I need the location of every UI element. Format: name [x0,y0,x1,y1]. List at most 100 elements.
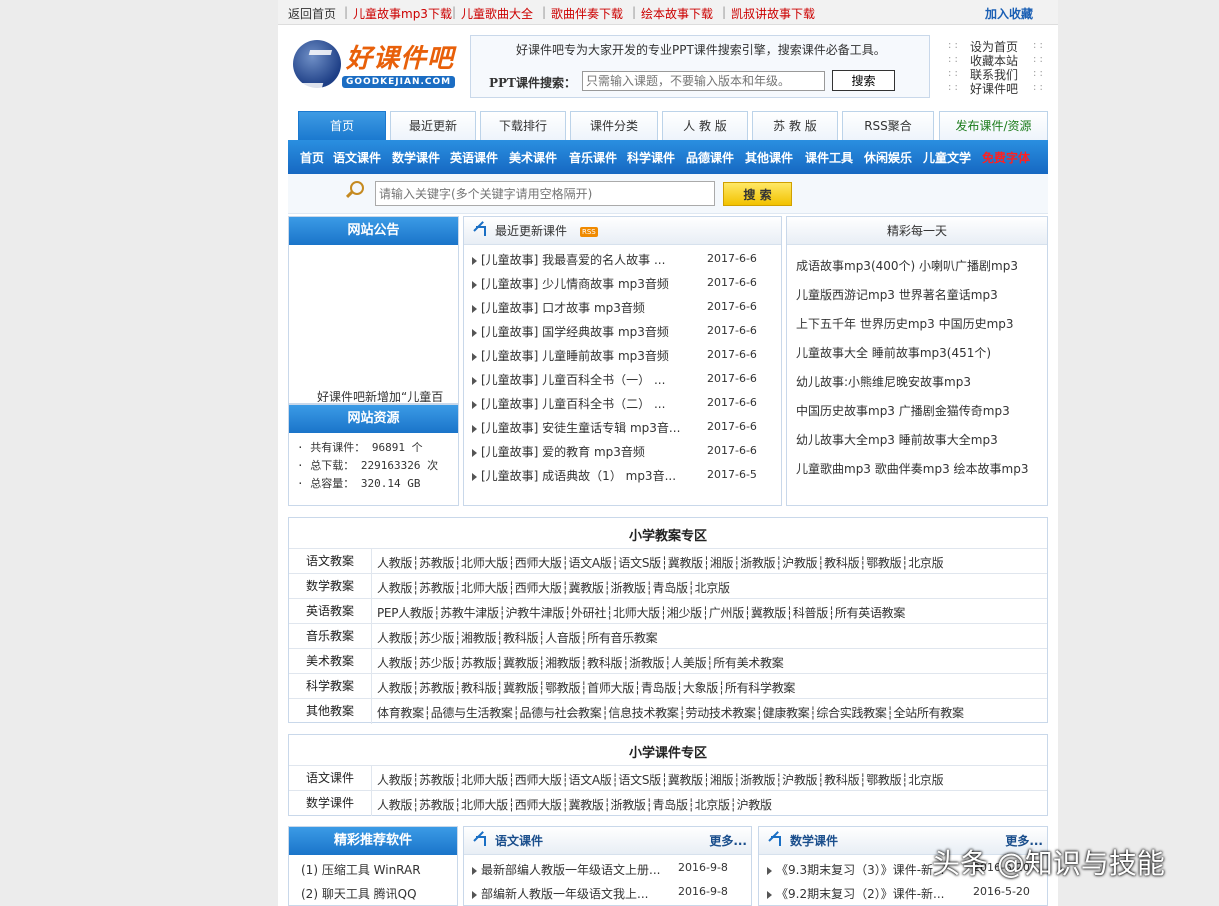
list-item[interactable]: [儿童故事] 儿童百科全书（二） ... [472,395,665,412]
topbar-link-kids-stories[interactable]: 儿童故事mp3下载 [353,5,452,22]
cat-science[interactable]: 科学课件 [627,149,675,166]
topbar-link-kaishu[interactable]: 凯叔讲故事下载 [731,5,815,22]
add-favorite-link[interactable]: 加入收藏 [985,5,1033,22]
table-row: 语文教案 人教版┆苏教版┆北师大版┆西师大版┆语文A版┆语文S版┆冀教版┆湘版┆浙… [289,548,1047,574]
list-item[interactable]: [儿童故事] 爱的教育 mp3音频 [472,443,645,460]
keyword-search-button[interactable]: 搜 索 [723,182,792,206]
list-item[interactable]: 中国历史故事mp3 广播剧金猫传奇mp3 [796,402,1010,419]
cat-free-fonts[interactable]: 免费字体 [982,149,1030,166]
table-row: 数学教案 人教版┆苏教版┆北师大版┆西师大版┆冀教版┆浙教版┆青岛版┆北京版 [289,573,1047,599]
list-item-date: 2017-6-6 [707,300,757,313]
row-category[interactable]: 数学教案 [289,574,372,599]
list-item-date: 2017-6-6 [707,252,757,265]
list-item[interactable]: 儿童歌曲mp3 歌曲伴奏mp3 绘本故事mp3 [796,460,1028,477]
row-category[interactable]: 美术教案 [289,649,372,674]
row-category[interactable]: 科学教案 [289,674,372,699]
logo-title[interactable]: 好课件吧 [346,38,454,75]
row-category[interactable]: 数学课件 [289,791,372,816]
chinese-more-link[interactable]: 更多... [709,827,747,855]
rss-icon[interactable]: RSS [580,227,598,237]
tab-home[interactable]: 首页 [298,111,386,140]
home-link[interactable]: 返回首页 [288,5,336,22]
list-item[interactable]: 《9.2期末复习（2）》课件-新... [767,885,945,902]
software-item-qq[interactable]: (2) 聊天工具 腾讯QQ [301,885,417,902]
row-edition-links[interactable]: 体育教案┆品德与生活教案┆品德与社会教案┆信息技术教案┆劳动技术教案┆健康教案┆… [377,704,964,721]
keyword-search-input[interactable] [375,181,715,206]
math-courseware-title[interactable]: 数学课件 [790,827,838,855]
list-item[interactable]: 儿童版西游记mp3 世界著名童话mp3 [796,286,998,303]
list-item[interactable]: [儿童故事] 成语典故（1） mp3音... [472,467,676,484]
list-item[interactable]: [儿童故事] 儿童百科全书（一） ... [472,371,665,388]
row-edition-links[interactable]: 人教版┆苏少版┆苏教版┆冀教版┆湘教版┆教科版┆浙教版┆人美版┆所有美术教案 [377,654,784,671]
list-item[interactable]: 上下五千年 世界历史mp3 中国历史mp3 [796,315,1014,332]
row-edition-links[interactable]: 人教版┆苏少版┆湘教版┆教科版┆人音版┆所有音乐教案 [377,629,658,646]
tab-recent[interactable]: 最近更新 [390,111,476,140]
resource-total-downloads: · 总下载： 229163326 次 [297,459,439,472]
lesson-plans-section: 小学教案专区 语文教案 人教版┆苏教版┆北师大版┆西师大版┆语文A版┆语文S版┆冀… [288,517,1048,724]
tab-publish[interactable]: 发布课件/资源 [939,111,1048,140]
row-edition-links[interactable]: 人教版┆苏教版┆北师大版┆西师大版┆语文A版┆语文S版┆冀教版┆湘版┆浙教版┆沪… [377,771,944,788]
row-category[interactable]: 语文教案 [289,549,372,574]
cat-home[interactable]: 首页 [300,149,324,166]
topbar-link-accompaniment[interactable]: 歌曲伴奏下载 [551,5,623,22]
tab-renjiao[interactable]: 人 教 版 [662,111,748,140]
logo-icon[interactable] [293,40,341,88]
row-edition-links[interactable]: PEP人教版┆苏教牛津版┆沪教牛津版┆外研社┆北师大版┆湘少版┆广州版┆冀教版┆… [377,604,905,621]
list-item[interactable]: 部编新人教版一年级语文我上... [472,885,648,902]
list-item-date: 2017-6-5 [707,468,757,481]
list-item[interactable]: 幼儿故事:小熊维尼晚安故事mp3 [796,373,971,390]
list-item[interactable]: 成语故事mp3(400个) 小喇叭广播剧mp3 [796,257,1018,274]
tab-categories[interactable]: 课件分类 [570,111,658,140]
list-item[interactable]: [儿童故事] 安徒生童话专辑 mp3音... [472,419,680,436]
cat-leisure[interactable]: 休闲娱乐 [864,149,912,166]
triangle-icon [472,472,477,481]
courseware-search-button[interactable]: 搜索 [832,70,895,91]
tab-downloads-rank[interactable]: 下载排行 [480,111,566,140]
list-item-text: [儿童故事] 爱的教育 mp3音频 [481,445,645,459]
list-item[interactable]: 《9.3期末复习（3）》课件-新... [767,861,945,878]
cat-other[interactable]: 其他课件 [745,149,793,166]
cat-math[interactable]: 数学课件 [392,149,440,166]
tab-sujiao[interactable]: 苏 教 版 [752,111,838,140]
list-item[interactable]: [儿童故事] 口才故事 mp3音频 [472,299,645,316]
cat-music[interactable]: 音乐课件 [569,149,617,166]
tab-rss[interactable]: RSS聚合 [842,111,934,140]
list-item-text: 《9.2期末复习（2）》课件-新... [776,887,945,901]
row-edition-links[interactable]: 人教版┆苏教版┆北师大版┆西师大版┆冀教版┆浙教版┆青岛版┆北京版┆沪教版 [377,796,772,813]
list-item[interactable]: [儿童故事] 国学经典故事 mp3音频 [472,323,669,340]
table-row: 其他教案 体育教案┆品德与生活教案┆品德与社会教案┆信息技术教案┆劳动技术教案┆健… [289,698,1047,724]
cat-chinese[interactable]: 语文课件 [333,149,381,166]
chinese-courseware-title[interactable]: 语文课件 [495,827,543,855]
triangle-icon [472,280,477,289]
row-category[interactable]: 音乐教案 [289,624,372,649]
row-category[interactable]: 语文课件 [289,766,372,791]
notice-scroll-text[interactable]: 好课件吧新增加“儿童百 [317,388,443,402]
topbar-link-kids-songs[interactable]: 儿童歌曲大全 [461,5,533,22]
cat-tools[interactable]: 课件工具 [805,149,853,166]
software-item-winrar[interactable]: (1) 压缩工具 WinRAR [301,861,421,878]
list-item-text: [儿童故事] 国学经典故事 mp3音频 [481,325,669,339]
recent-updates-title[interactable]: 最近更新课件 [495,217,567,245]
cat-literature[interactable]: 儿童文学 [923,149,971,166]
cat-morality[interactable]: 品德课件 [686,149,734,166]
list-item-text: 部编新人教版一年级语文我上... [481,887,649,901]
list-item-text: [儿童故事] 我最喜爱的名人故事 ... [481,253,666,267]
list-item[interactable]: [儿童故事] 少儿情商故事 mp3音频 [472,275,669,292]
topbar-link-picture-books[interactable]: 绘本故事下载 [641,5,713,22]
list-item-text: [儿童故事] 儿童百科全书（一） ... [481,373,666,387]
row-edition-links[interactable]: 人教版┆苏教版┆北师大版┆西师大版┆语文A版┆语文S版┆冀教版┆湘版┆浙教版┆沪… [377,554,944,571]
list-item[interactable]: 儿童故事大全 睡前故事mp3(451个) [796,344,991,361]
list-item[interactable]: 幼儿故事大全mp3 睡前故事大全mp3 [796,431,998,448]
row-category[interactable]: 其他教案 [289,699,372,724]
courseware-search-input[interactable] [582,71,825,91]
cat-english[interactable]: 英语课件 [450,149,498,166]
cat-art[interactable]: 美术课件 [509,149,557,166]
list-item[interactable]: [儿童故事] 我最喜爱的名人故事 ... [472,251,665,268]
site-name-link[interactable]: 好课件吧 [970,80,1018,97]
row-edition-links[interactable]: 人教版┆苏教版┆北师大版┆西师大版┆冀教版┆浙教版┆青岛版┆北京版 [377,579,730,596]
row-category[interactable]: 英语教案 [289,599,372,624]
list-item[interactable]: [儿童故事] 儿童睡前故事 mp3音频 [472,347,669,364]
triangle-icon [472,376,477,385]
list-item[interactable]: 最新部编人教版一年级语文上册... [472,861,660,878]
row-edition-links[interactable]: 人教版┆苏教版┆教科版┆冀教版┆鄂教版┆首师大版┆青岛版┆大象版┆所有科学教案 [377,679,795,696]
